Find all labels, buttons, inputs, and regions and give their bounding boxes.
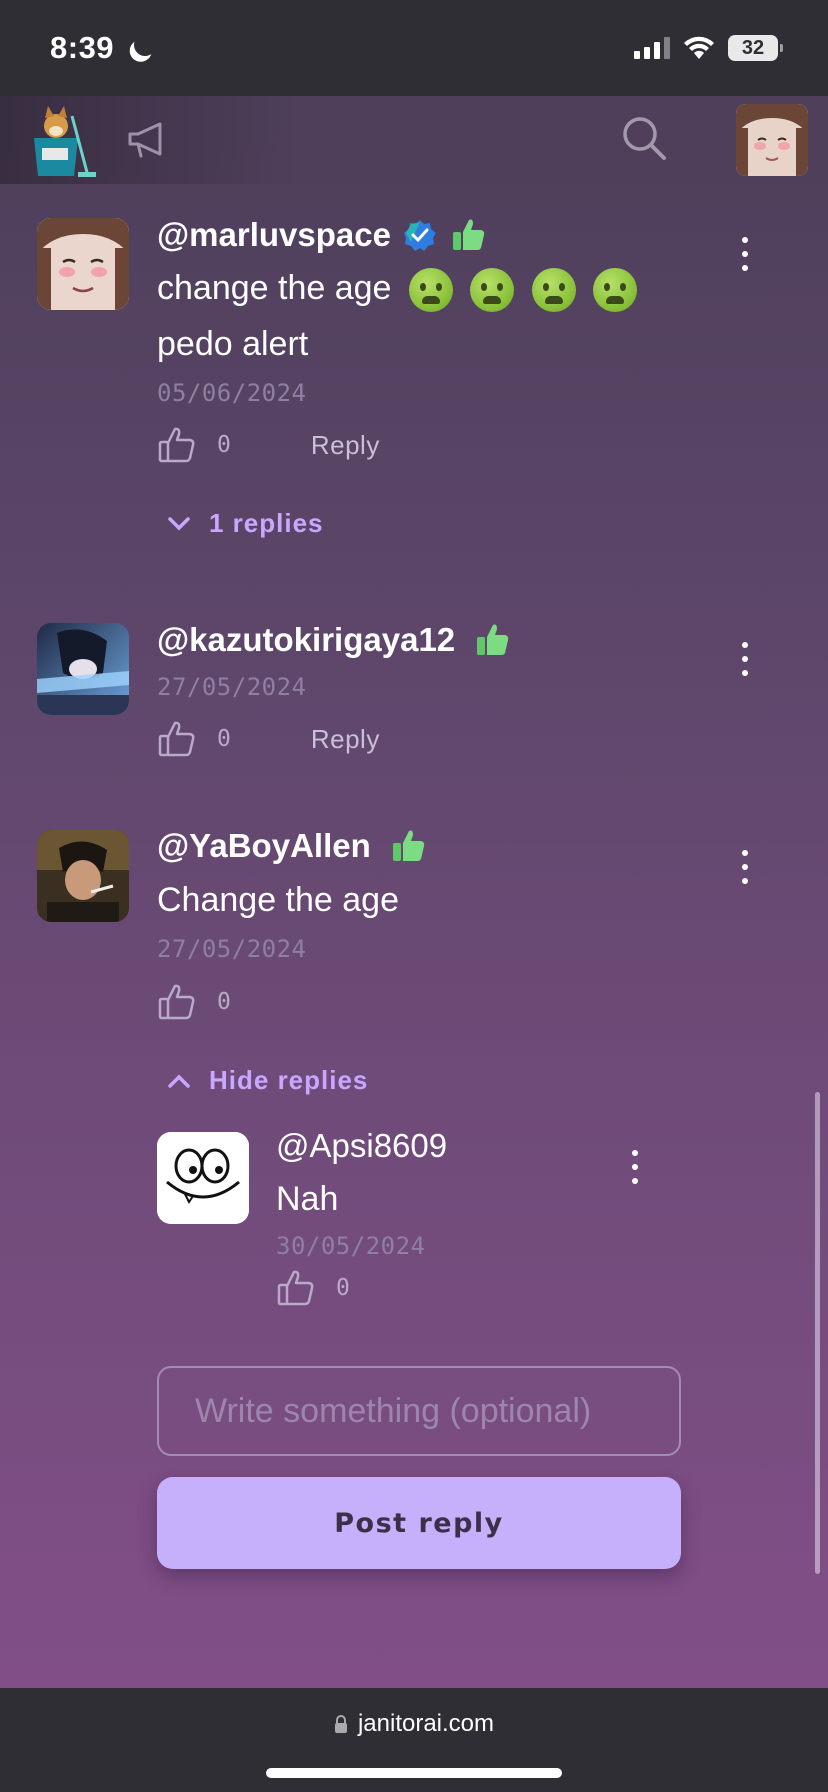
thumbs-up-emoji-icon [477, 624, 509, 655]
like-count: 0 [336, 1275, 350, 1301]
comment-actions: 0 Reply [157, 425, 380, 465]
comment-actions: 0 Reply [157, 719, 380, 759]
scrollbar[interactable] [815, 1092, 820, 1574]
thumbs-up-emoji-icon [452, 219, 485, 250]
browser-bottom-bar: janitorai.com [0, 1688, 828, 1792]
comment-date: 27/05/2024 [157, 935, 307, 963]
show-replies-toggle[interactable]: 1 replies [167, 508, 324, 539]
thumbs-up-emoji-icon [392, 830, 424, 861]
like-count: 0 [217, 432, 231, 458]
verified-badge-icon [403, 220, 436, 251]
comment-text: change the age [157, 261, 638, 316]
comment-avatar[interactable] [37, 623, 129, 715]
chevron-up-icon [168, 1074, 190, 1088]
comment-text: Change the age [157, 881, 399, 919]
like-count: 0 [217, 989, 231, 1015]
lock-icon [334, 1715, 347, 1733]
like-thumb-icon[interactable] [157, 982, 197, 1022]
comment-date: 05/06/2024 [157, 379, 307, 407]
reply-actions: 0 [276, 1268, 350, 1308]
bucket-dog-logo[interactable] [28, 106, 96, 178]
status-time: 8:39 [50, 30, 115, 65]
comment-username[interactable]: @kazutokirigaya12 [157, 621, 511, 659]
search-icon[interactable] [620, 114, 668, 162]
comment-actions: 0 [157, 982, 231, 1022]
more-options-icon[interactable] [739, 850, 751, 884]
reply-button[interactable]: Reply [311, 430, 380, 461]
url-text: janitorai.com [357, 1710, 495, 1737]
reply-button[interactable]: Reply [311, 724, 380, 755]
status-icons: 32 [634, 35, 783, 61]
reply-date: 30/05/2024 [276, 1232, 426, 1260]
nauseated-face-emoji-icon [531, 268, 576, 313]
chevron-down-icon [168, 516, 190, 530]
nauseated-face-emoji-icon [593, 268, 638, 313]
comment-username[interactable]: @YaBoyAllen [157, 827, 427, 865]
reply-username[interactable]: @Apsi8609 [276, 1127, 447, 1165]
like-thumb-icon[interactable] [276, 1268, 316, 1308]
reply-input[interactable] [157, 1366, 681, 1456]
battery-level: 32 [741, 36, 765, 59]
home-indicator[interactable] [266, 1768, 562, 1778]
like-thumb-icon[interactable] [157, 719, 197, 759]
moon-icon [131, 31, 159, 59]
app-header [0, 96, 828, 184]
address-bar[interactable]: janitorai.com [0, 1710, 828, 1738]
like-count: 0 [217, 726, 231, 752]
reply-avatar[interactable] [157, 1132, 249, 1224]
wifi-icon [684, 36, 714, 59]
nauseated-face-emoji-icon [408, 268, 453, 313]
cellular-signal-icon [634, 37, 670, 59]
more-options-icon[interactable] [629, 1150, 641, 1184]
comment-username[interactable]: @marluvspace [157, 216, 487, 254]
megaphone-icon[interactable] [126, 118, 168, 160]
reply-text: Nah [276, 1180, 339, 1218]
comment-avatar[interactable] [37, 830, 129, 922]
comment-text-line: pedo alert [157, 325, 309, 363]
comment-date: 27/05/2024 [157, 673, 307, 701]
more-options-icon[interactable] [739, 237, 751, 271]
post-reply-button[interactable]: Post reply [157, 1477, 681, 1569]
status-bar: 8:39 32 [0, 0, 828, 96]
hide-replies-toggle[interactable]: Hide replies [167, 1065, 368, 1096]
comment-avatar[interactable] [37, 218, 129, 310]
battery-icon: 32 [728, 35, 783, 61]
like-thumb-icon[interactable] [157, 425, 197, 465]
user-avatar[interactable] [736, 104, 808, 176]
nauseated-face-emoji-icon [470, 268, 515, 313]
more-options-icon[interactable] [739, 642, 751, 676]
